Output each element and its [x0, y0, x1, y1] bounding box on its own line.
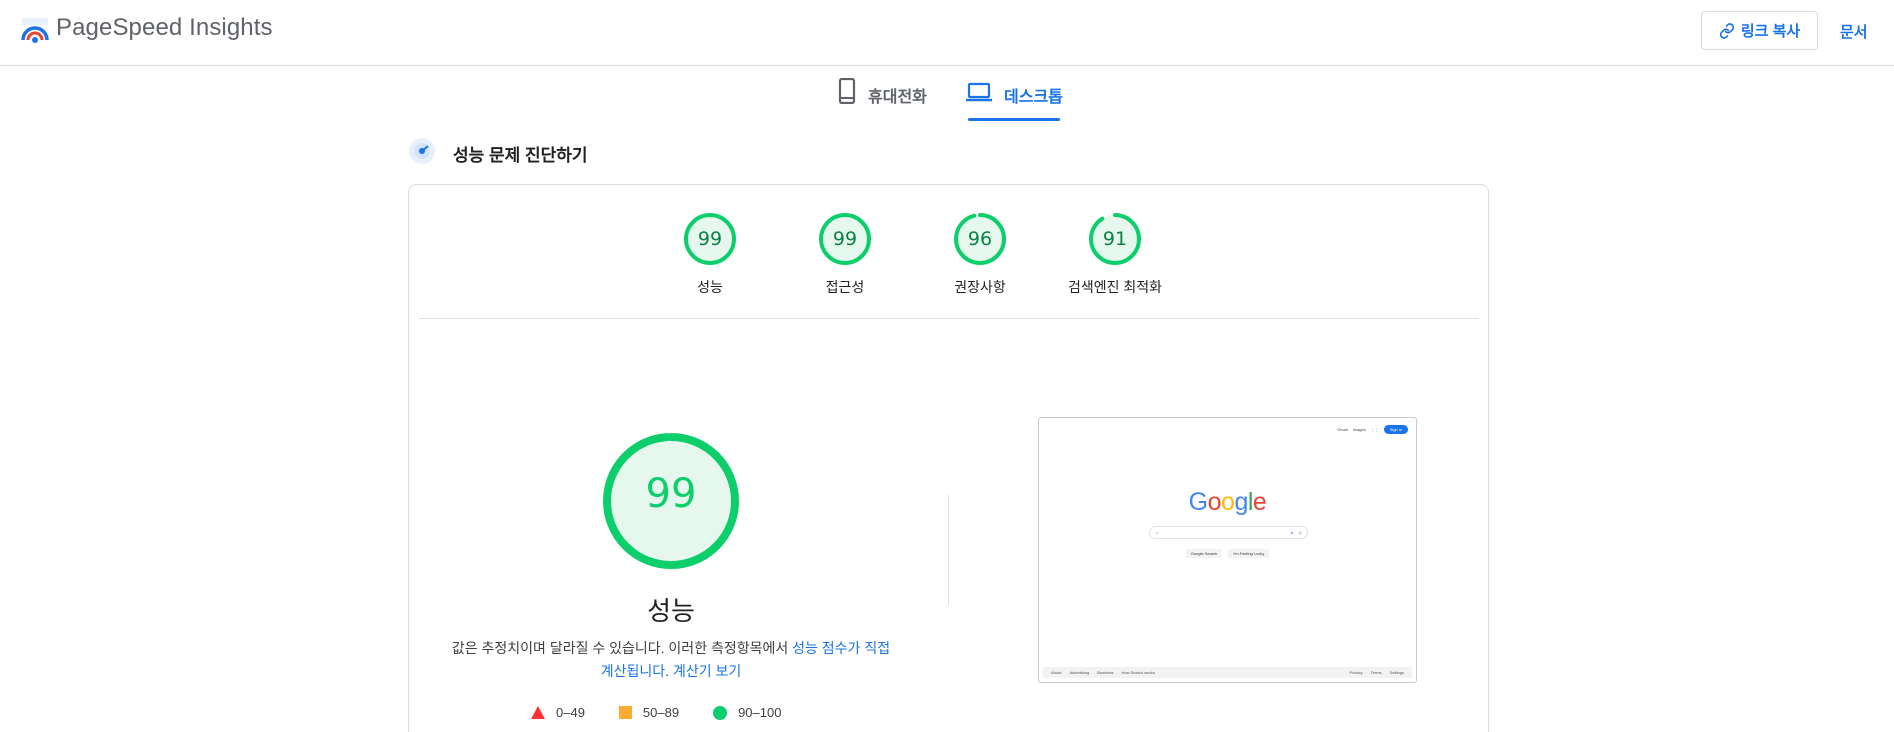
- note-sep: .: [665, 663, 673, 679]
- calculator-link[interactable]: 계산기 보기: [673, 663, 741, 679]
- category-score: 99: [697, 228, 723, 250]
- score-note: 값은 추정치이며 달라질 수 있습니다. 이러한 측정항목에서 성능 점수가 직…: [447, 637, 895, 683]
- page-screenshot: Gmail Images ⋮⋮ Sign in Google ⌕ ● ◎ Goo…: [1038, 417, 1417, 683]
- category-label: 권장사항: [954, 279, 1006, 295]
- divider: [419, 318, 1479, 319]
- screenshot-footer-left: About Advertising Business How Search wo…: [1051, 670, 1155, 675]
- search-icon: ⌕: [1156, 530, 1159, 535]
- tab-desktop[interactable]: 데스크톱: [966, 78, 1063, 122]
- copy-link-button[interactable]: 링크 복사: [1701, 11, 1818, 50]
- section-title: 성능 문제 진단하기: [453, 146, 588, 165]
- diagnose-icon: [409, 138, 435, 164]
- legend-average: 50–89: [618, 705, 680, 720]
- screenshot-footer-right: Privacy Terms Settings: [1350, 670, 1404, 675]
- category-label: 접근성: [825, 279, 865, 295]
- screenshot-search-button: Google Search: [1185, 549, 1223, 558]
- laptop-icon: [966, 82, 992, 102]
- category-score: 96: [967, 228, 993, 250]
- category-score: 99: [832, 228, 858, 250]
- legend-pass: 90–100: [713, 705, 781, 720]
- screenshot-signin-button: Sign in: [1383, 425, 1408, 434]
- docs-link[interactable]: 문서: [1840, 21, 1868, 42]
- category-gauge[interactable]: 99 접근성: [775, 211, 915, 297]
- copy-link-label: 링크 복사: [1740, 23, 1801, 40]
- footer-link: Business: [1097, 670, 1114, 675]
- screenshot-images-link: Images: [1352, 427, 1366, 432]
- screenshot-top-links: Gmail Images ⋮⋮ Sign in: [1337, 425, 1408, 434]
- note-text: 값은 추정치이며 달라질 수 있습니다. 이러한 측정항목에서: [451, 640, 793, 656]
- screenshot-footer: About Advertising Business How Search wo…: [1043, 667, 1412, 678]
- active-tab-indicator: [968, 118, 1060, 121]
- link-icon: [1719, 22, 1734, 39]
- app-title[interactable]: PageSpeed Insights: [56, 14, 273, 42]
- category-label: 검색엔진 최적화: [1067, 279, 1163, 295]
- top-bar: PageSpeed Insights 링크 복사 문서: [0, 0, 1894, 66]
- tab-desktop-label: 데스크톱: [1004, 89, 1063, 106]
- footer-link: Privacy: [1349, 670, 1363, 675]
- circle-icon: [713, 705, 728, 720]
- performance-label: 성능: [647, 596, 695, 626]
- vertical-divider: [948, 495, 949, 605]
- category-gauge[interactable]: 99 성능: [640, 211, 780, 297]
- legend-fail: 0–49: [531, 705, 585, 720]
- category-label: 성능: [697, 279, 723, 295]
- report-card: 99 성능 99 접근성 96 권장사항 91 검색엔진 최적화 99 성능 값은 추정치이며…: [408, 184, 1489, 732]
- pagespeed-logo-icon[interactable]: [20, 16, 50, 44]
- tab-mobile[interactable]: 휴대전화: [838, 78, 927, 122]
- google-logo: Google: [1188, 488, 1267, 516]
- smartphone-icon: [838, 78, 856, 104]
- category-gauges: 99 성능 99 접근성 96 권장사항 91 검색엔진 최적화: [409, 211, 1488, 301]
- footer-link: About: [1051, 670, 1062, 675]
- footer-link: Settings: [1389, 670, 1404, 675]
- tab-mobile-label: 휴대전화: [868, 89, 927, 106]
- legend-pass-label: 90–100: [738, 705, 782, 720]
- square-icon: [618, 706, 632, 719]
- screenshot-search-box: ⌕ ● ◎: [1149, 526, 1308, 539]
- footer-link: Advertising: [1069, 670, 1090, 675]
- category-gauge[interactable]: 91 검색엔진 최적화: [1045, 211, 1185, 297]
- footer-link: How Search works: [1121, 670, 1155, 675]
- legend-fail-label: 0–49: [556, 705, 585, 720]
- footer-link: Terms: [1370, 670, 1382, 675]
- camera-icon: ◎: [1298, 530, 1303, 535]
- legend-average-label: 50–89: [642, 705, 680, 720]
- category-gauge[interactable]: 96 권장사항: [910, 211, 1050, 297]
- triangle-icon: [531, 706, 545, 719]
- score-legend: 0–49 50–89 90–100: [531, 705, 781, 720]
- performance-score: 99: [645, 471, 697, 517]
- screenshot-lucky-button: I'm Feeling Lucky: [1228, 549, 1270, 558]
- category-score: 91: [1102, 228, 1128, 250]
- screenshot-buttons: Google Search I'm Feeling Lucky: [1039, 549, 1416, 558]
- mic-icon: ●: [1290, 530, 1293, 535]
- apps-grid-icon: ⋮⋮: [1370, 427, 1379, 432]
- screenshot-gmail-link: Gmail: [1337, 427, 1348, 432]
